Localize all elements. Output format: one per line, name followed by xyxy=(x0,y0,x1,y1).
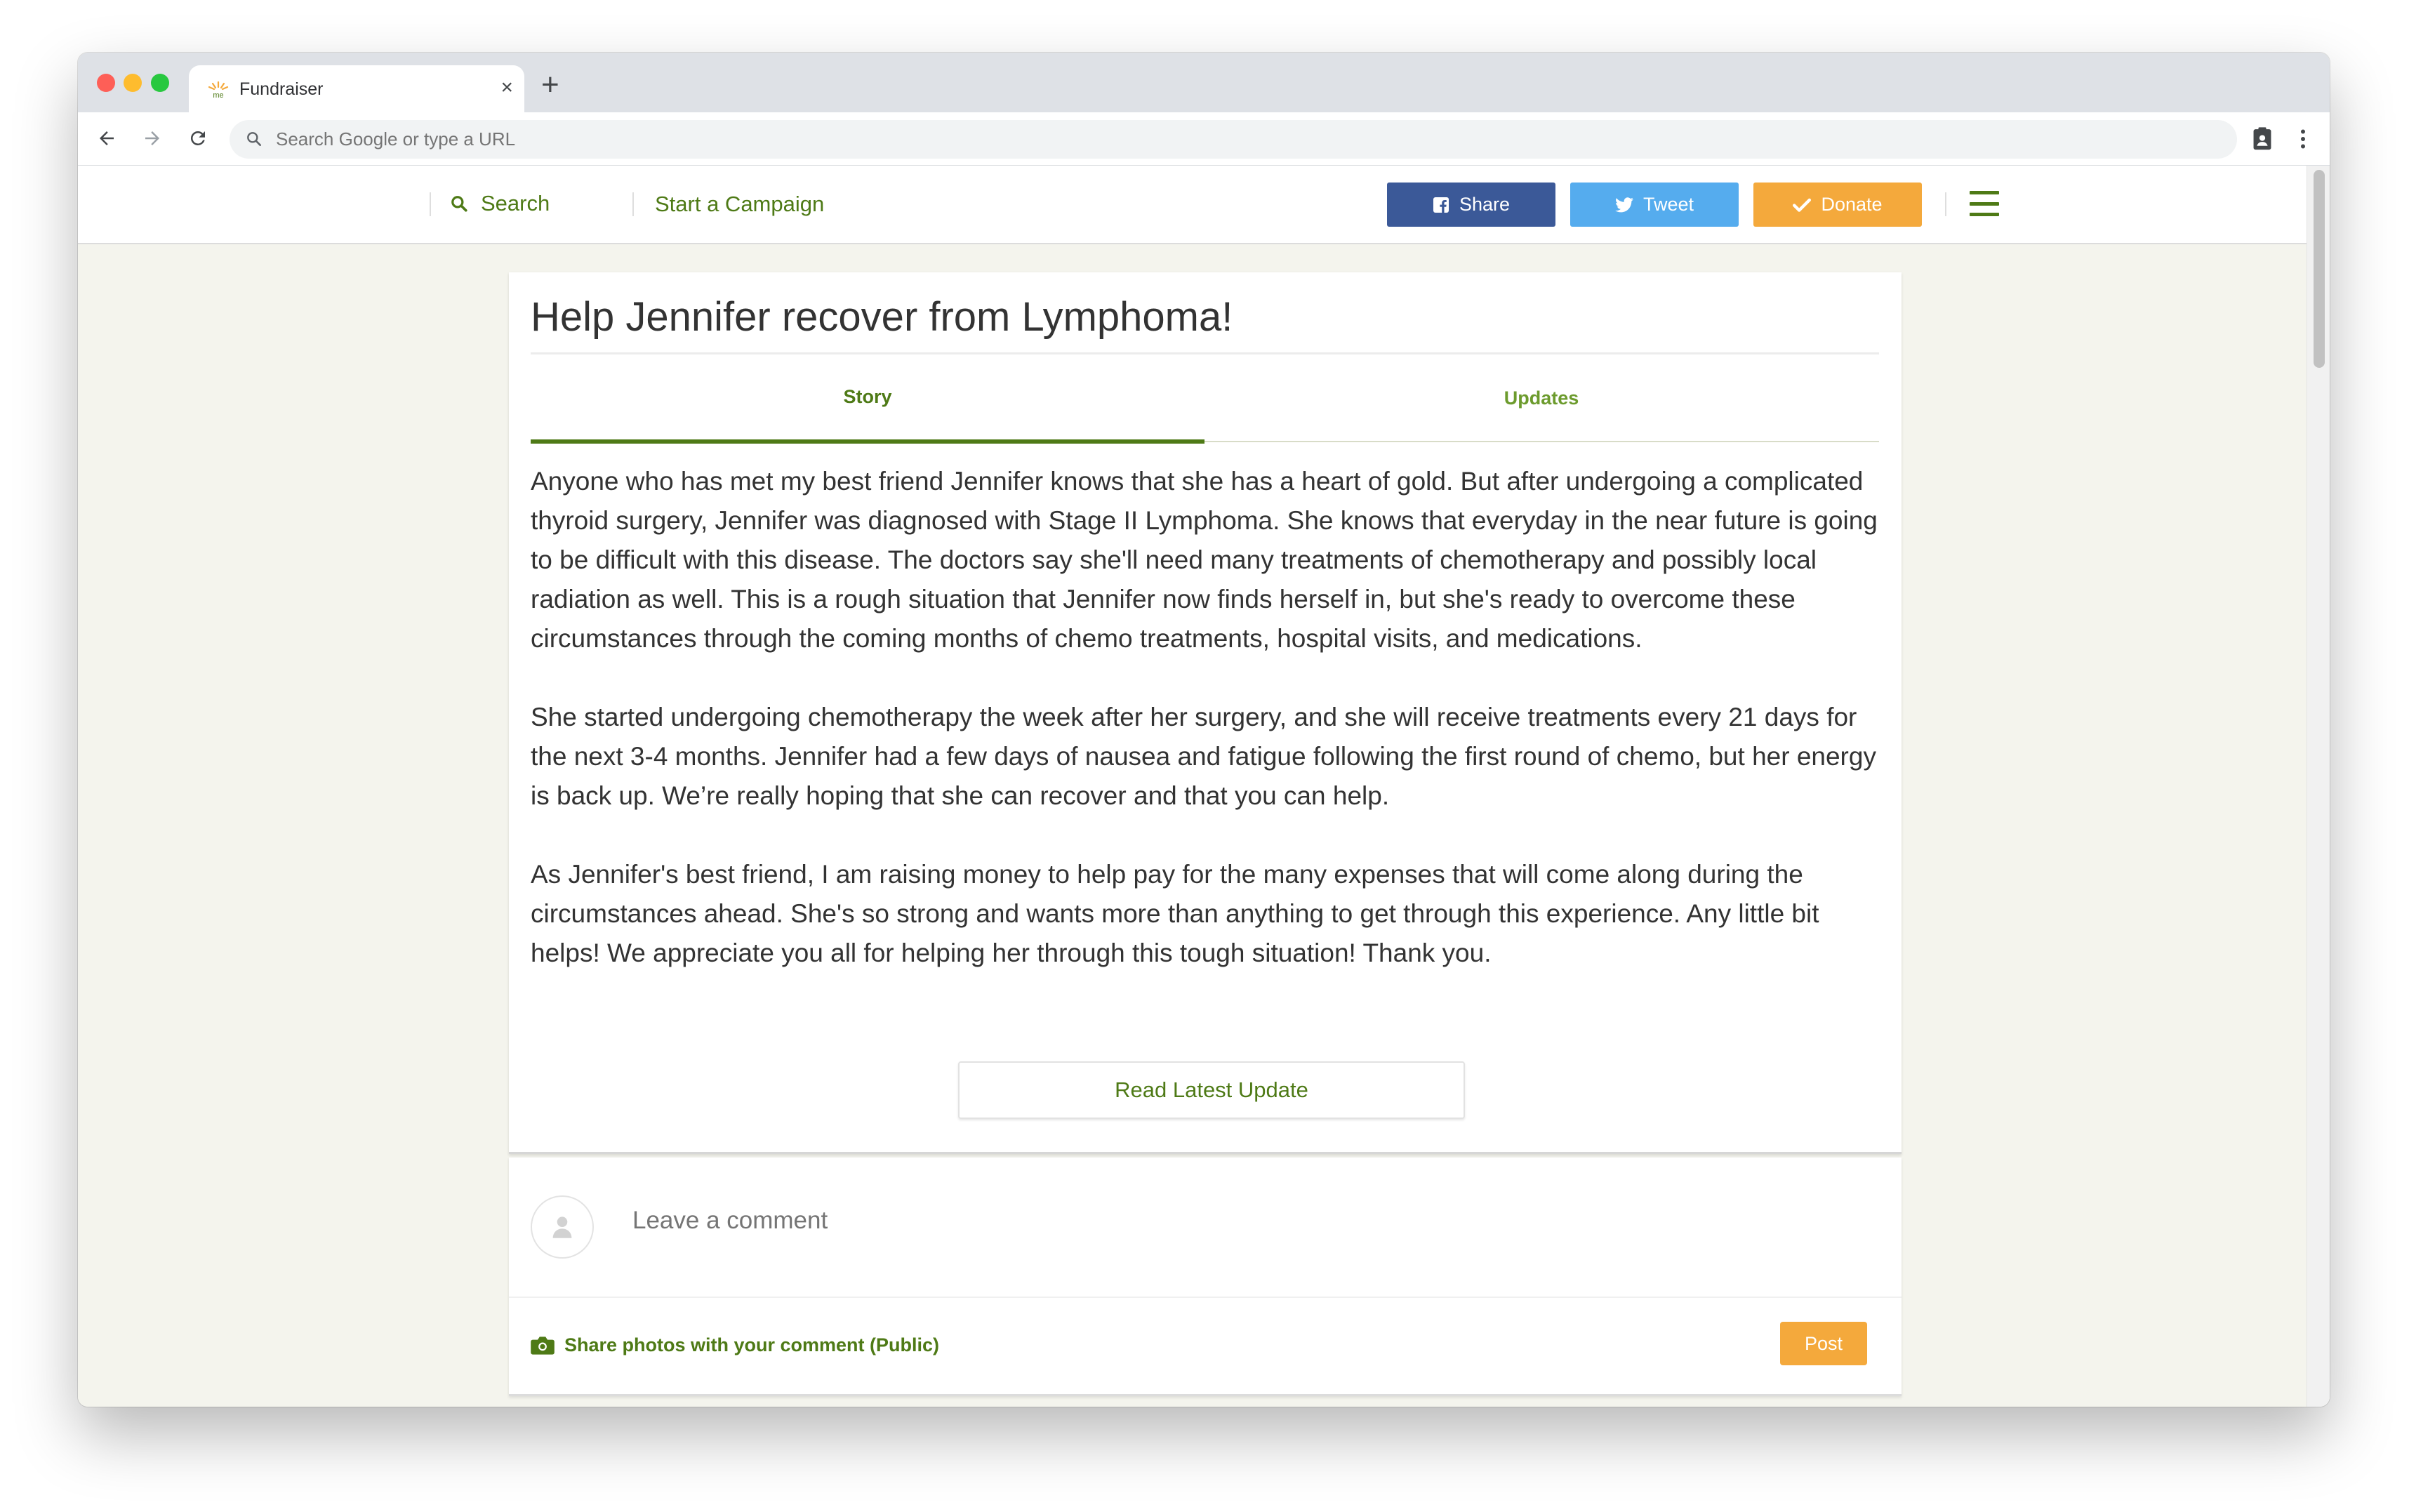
maximize-window-button[interactable] xyxy=(151,74,169,92)
story-paragraph: As Jennifer's best friend, I am raising … xyxy=(531,860,1819,967)
comment-card: Share photos with your comment (Public) … xyxy=(509,1158,1902,1396)
facebook-share-button[interactable]: Share xyxy=(1387,183,1555,227)
campaign-tabs: Story Updates xyxy=(531,354,1879,444)
story-paragraph: She started undergoing chemotherapy the … xyxy=(531,703,1876,810)
header-divider xyxy=(1945,192,1946,216)
header-divider xyxy=(632,192,634,216)
tab-story[interactable]: Story xyxy=(531,354,1204,444)
minimize-window-button[interactable] xyxy=(124,74,142,92)
extension-clipboard-icon[interactable] xyxy=(2250,126,2274,155)
start-campaign-link[interactable]: Start a Campaign xyxy=(655,192,824,217)
site-header: Search Start a Campaign Share Tweet Dona… xyxy=(78,166,2330,244)
svg-text:me: me xyxy=(213,91,223,99)
user-placeholder-icon xyxy=(552,1216,572,1238)
header-divider xyxy=(430,192,431,216)
campaign-title: Help Jennifer recover from Lymphoma! xyxy=(531,294,1233,340)
twitter-bird-icon xyxy=(1614,197,1633,212)
reload-button[interactable] xyxy=(183,124,213,153)
donate-label: Donate xyxy=(1821,194,1883,215)
comment-divider xyxy=(509,1297,1902,1298)
tweet-button[interactable]: Tweet xyxy=(1570,183,1739,227)
scrollbar-thumb[interactable] xyxy=(2314,170,2325,368)
header-search-link[interactable]: Search xyxy=(450,191,550,216)
story-paragraph: Anyone who has met my best friend Jennif… xyxy=(531,467,1878,653)
avatar xyxy=(531,1195,594,1259)
browser-menu-icon[interactable] xyxy=(2296,126,2310,155)
share-photos-link[interactable]: Share photos with your comment (Public) xyxy=(531,1334,939,1356)
camera-icon xyxy=(531,1336,555,1355)
tweet-label: Tweet xyxy=(1642,194,1694,215)
share-photos-label: Share photos with your comment (Public) xyxy=(564,1334,940,1355)
browser-tab-fundraiser[interactable]: me Fundraiser × xyxy=(189,65,524,112)
arrow-left-icon xyxy=(100,131,114,145)
back-button[interactable] xyxy=(92,124,121,153)
browser-titlebar: me Fundraiser × + xyxy=(78,53,2330,112)
address-input[interactable] xyxy=(276,128,2171,150)
search-icon xyxy=(451,196,467,212)
arrow-right-icon xyxy=(145,131,159,145)
donate-button[interactable]: Donate xyxy=(1753,183,1922,227)
new-tab-button[interactable]: + xyxy=(541,69,559,100)
hamburger-menu-icon[interactable] xyxy=(1970,191,1999,216)
tab-title: Fundraiser xyxy=(239,79,324,99)
address-bar[interactable] xyxy=(230,120,2237,159)
story-text: Anyone who has met my best friend Jennif… xyxy=(531,462,1882,1012)
browser-toolbar xyxy=(78,112,2330,166)
close-tab-icon[interactable]: × xyxy=(500,77,513,99)
read-latest-update-button[interactable]: Read Latest Update xyxy=(958,1061,1465,1119)
fundraiser-favicon-icon: me xyxy=(207,81,230,100)
page-viewport: Search Start a Campaign Share Tweet Dona… xyxy=(78,166,2330,1407)
close-window-button[interactable] xyxy=(97,74,115,92)
scrollbar[interactable] xyxy=(2307,166,2330,1407)
forward-button[interactable] xyxy=(138,124,167,153)
search-icon xyxy=(245,130,263,152)
checkmark-icon xyxy=(1793,198,1812,212)
post-button[interactable]: Post xyxy=(1780,1322,1867,1365)
browser-window: me Fundraiser × + Search Google or type … xyxy=(78,53,2330,1407)
comment-input[interactable] xyxy=(632,1207,1826,1235)
search-label: Search xyxy=(481,191,550,215)
facebook-icon xyxy=(1433,197,1449,213)
reload-icon xyxy=(190,131,205,145)
share-label: Share xyxy=(1459,194,1511,215)
tab-updates[interactable]: Updates xyxy=(1204,354,1878,442)
campaign-card: Help Jennifer recover from Lymphoma! Sto… xyxy=(509,272,1902,1154)
